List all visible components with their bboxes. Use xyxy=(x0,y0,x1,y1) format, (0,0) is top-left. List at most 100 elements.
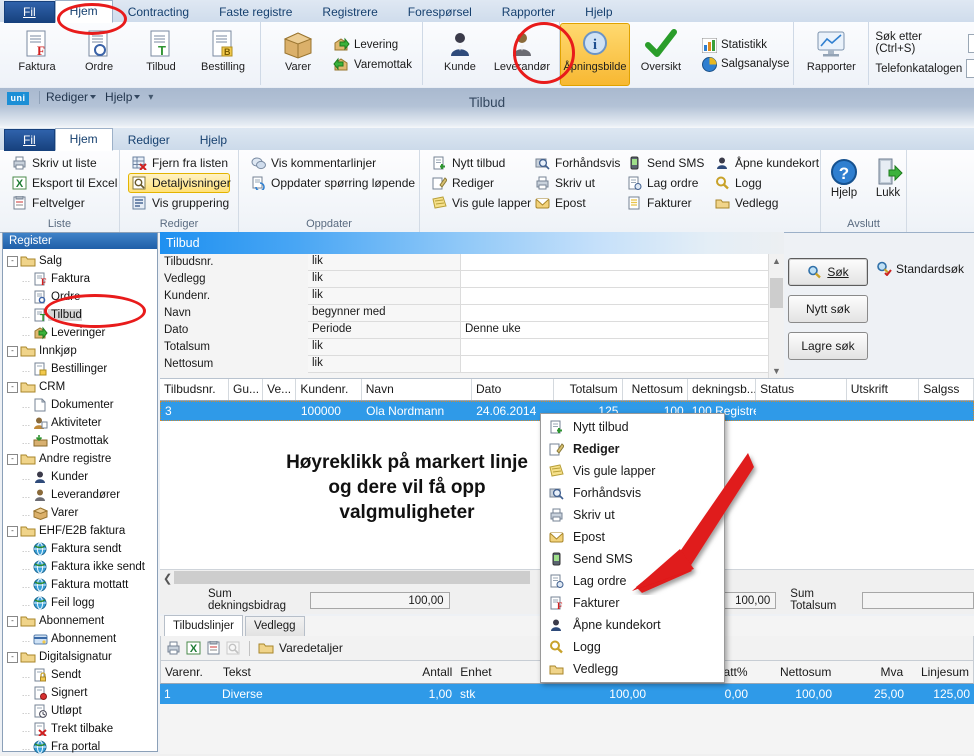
standardsok-button[interactable]: Standardsøk xyxy=(876,261,964,276)
detail-column-header[interactable]: Enhet xyxy=(456,661,538,683)
tab-vedlegg[interactable]: Vedlegg xyxy=(245,616,305,636)
filter-operator[interactable]: Periode xyxy=(308,322,461,339)
tree-node-feil-logg[interactable]: …Feil logg xyxy=(7,594,157,612)
grid-column-header[interactable]: Totalsum xyxy=(554,379,623,400)
filter-operator[interactable]: lik xyxy=(308,254,461,271)
tree-node-aktiviteter[interactable]: …Aktiviteter xyxy=(7,414,157,432)
context-menu-item-vedlegg[interactable]: Vedlegg xyxy=(541,658,724,680)
kunde-button[interactable]: Kunde xyxy=(429,24,491,85)
grid-column-header[interactable]: Salgss xyxy=(919,379,974,400)
tree-node-trekt-tilbake[interactable]: …Trekt tilbake xyxy=(7,720,157,738)
app-tab-fil[interactable]: Fil xyxy=(4,1,55,23)
tree-node-digitalsignatur[interactable]: -Digitalsignatur xyxy=(7,648,157,666)
faktura-button[interactable]: F Faktura xyxy=(6,24,68,85)
forhandsvis-button[interactable]: Forhåndsvis xyxy=(531,153,607,173)
vedlegg-button[interactable]: Vedlegg xyxy=(711,193,812,213)
grid-column-header[interactable]: Gu... xyxy=(229,379,263,400)
tree-expander[interactable]: - xyxy=(7,346,18,357)
tree-node-sendt[interactable]: …Sendt xyxy=(7,666,157,684)
levering-button[interactable]: Levering xyxy=(329,36,416,54)
lagre-sok-button[interactable]: Lagre søk xyxy=(788,332,868,360)
tree-node-varer[interactable]: …Varer xyxy=(7,504,157,522)
grid-column-header[interactable]: Tilbudsnr. xyxy=(160,379,229,400)
rapporter-button[interactable]: Rapporter xyxy=(800,24,862,85)
filter-value[interactable] xyxy=(461,339,784,356)
child-tab-hjem[interactable]: Hjem xyxy=(55,128,113,151)
apne-kundekort-button[interactable]: Åpne kundekort xyxy=(711,153,812,173)
app-tab-hjelp[interactable]: Hjelp xyxy=(570,1,627,23)
filter-value[interactable] xyxy=(461,271,784,288)
tree-node-bestillinger[interactable]: …Bestillinger xyxy=(7,360,157,378)
detail-column-header[interactable]: Nettosum xyxy=(752,661,836,683)
epost-button[interactable]: Epost xyxy=(531,193,607,213)
context-menu-item-fakturer[interactable]: FFakturer xyxy=(541,592,724,614)
send-sms-button[interactable]: Send SMS xyxy=(623,153,695,173)
filter-value[interactable] xyxy=(461,305,784,322)
child-tab-rediger[interactable]: Rediger xyxy=(113,129,185,151)
oppdater-sporring-lopende-button[interactable]: Oppdater spørring løpende xyxy=(247,173,411,193)
child-tab-fil[interactable]: Fil xyxy=(4,129,55,151)
filter-operator[interactable]: begynner med xyxy=(308,305,461,322)
filter-operator[interactable]: lik xyxy=(308,271,461,288)
field-chooser-icon[interactable] xyxy=(206,641,221,655)
tree-node-leverand-rer[interactable]: …Leverandører xyxy=(7,486,157,504)
detail-column-header[interactable]: Mva xyxy=(835,661,907,683)
detail-body[interactable]: 1Diverse1,00stk100,000,00100,0025,00125,… xyxy=(160,684,974,704)
grid-scroll-thumb[interactable] xyxy=(174,571,530,584)
tab-tilbudslinjer[interactable]: Tilbudslinjer xyxy=(164,615,243,636)
varedetaljer-button[interactable]: Varedetaljer xyxy=(279,641,343,655)
phonebook-input[interactable] xyxy=(966,59,974,78)
salgsanalyse-button[interactable]: Salgsanalyse xyxy=(698,56,793,73)
varemottak-button[interactable]: Varemottak xyxy=(329,56,416,74)
tree-node-faktura-mottatt[interactable]: …Faktura mottatt xyxy=(7,576,157,594)
grid-column-header[interactable]: Navn xyxy=(362,379,472,400)
detail-column-header[interactable]: Varenr. xyxy=(161,661,219,683)
tree-node-andre-registre[interactable]: -Andre registre xyxy=(7,450,157,468)
skriv-ut-liste-button[interactable]: Skriv ut liste xyxy=(8,153,111,173)
app-tab-faste-registre[interactable]: Faste registre xyxy=(204,1,307,23)
nytt-sok-button[interactable]: Nytt søk xyxy=(788,295,868,323)
vis-gule-lapper-button[interactable]: Vis gule lapper xyxy=(428,193,515,213)
tree-node-faktura-ikke-sendt[interactable]: …Faktura ikke sendt xyxy=(7,558,157,576)
tree-expander[interactable]: - xyxy=(7,382,18,393)
context-menu-item-logg[interactable]: Logg xyxy=(541,636,724,658)
detail-column-header[interactable]: Tekst xyxy=(219,661,337,683)
tree-node-kunder[interactable]: …Kunder xyxy=(7,468,157,486)
tree-node-abonnement[interactable]: …Abonnement xyxy=(7,630,157,648)
fjern-fra-listen-button[interactable]: Fjern fra listen xyxy=(128,153,230,173)
tree-node-innkj-p[interactable]: -Innkjøp xyxy=(7,342,157,360)
oversikt-button[interactable]: Oversikt xyxy=(630,24,692,85)
varer-button[interactable]: Varer xyxy=(267,24,329,85)
feltvelger-button[interactable]: Feltvelger xyxy=(8,193,111,213)
nytt-tilbud-button[interactable]: Nytt tilbud xyxy=(428,153,515,173)
tree-node-signert[interactable]: …Signert xyxy=(7,684,157,702)
detail-view-icon[interactable] xyxy=(226,641,241,655)
app-tab-registrere[interactable]: Registrere xyxy=(307,1,392,23)
tree-node-utl-pt[interactable]: …Utløpt xyxy=(7,702,157,720)
context-menu-item-nytt-tilbud[interactable]: Nytt tilbud xyxy=(541,416,724,438)
filter-value[interactable] xyxy=(461,288,784,305)
grid-column-header[interactable]: Status xyxy=(756,379,847,400)
app-tab-foresporsel[interactable]: Forespørsel xyxy=(393,1,487,23)
tree-node-crm[interactable]: -CRM xyxy=(7,378,157,396)
tree-node-faktura-sendt[interactable]: …Faktura sendt xyxy=(7,540,157,558)
eksport-til-excel-button[interactable]: X Eksport til Excel xyxy=(8,173,111,193)
tree-expander[interactable]: - xyxy=(7,526,18,537)
filter-scroll-thumb[interactable] xyxy=(770,278,783,308)
scroll-up-icon[interactable]: ▲ xyxy=(769,254,784,268)
detaljvisninger-button[interactable]: Detaljvisninger xyxy=(128,173,230,193)
vis-kommentarlinjer-button[interactable]: Vis kommentarlinjer xyxy=(247,153,411,173)
lag-ordre-button[interactable]: Lag ordre xyxy=(623,173,695,193)
tree-node-fra-portal[interactable]: …Fra portal xyxy=(7,738,157,756)
context-menu-item-pne-kundekort[interactable]: Åpne kundekort xyxy=(541,614,724,636)
filter-operator[interactable]: lik xyxy=(308,288,461,305)
filter-operator[interactable]: lik xyxy=(308,356,461,373)
vis-gruppering-button[interactable]: Vis gruppering xyxy=(128,193,230,213)
grid-column-header[interactable]: Nettosum xyxy=(623,379,688,400)
fakturer-button[interactable]: Fakturer xyxy=(623,193,695,213)
scroll-left-icon[interactable]: ❮ xyxy=(163,572,172,585)
tree-node-salg[interactable]: -Salg xyxy=(7,252,157,270)
rediger-button[interactable]: Rediger xyxy=(428,173,515,193)
filter-value[interactable] xyxy=(461,254,784,271)
grid-column-header[interactable]: Ve... xyxy=(263,379,296,400)
